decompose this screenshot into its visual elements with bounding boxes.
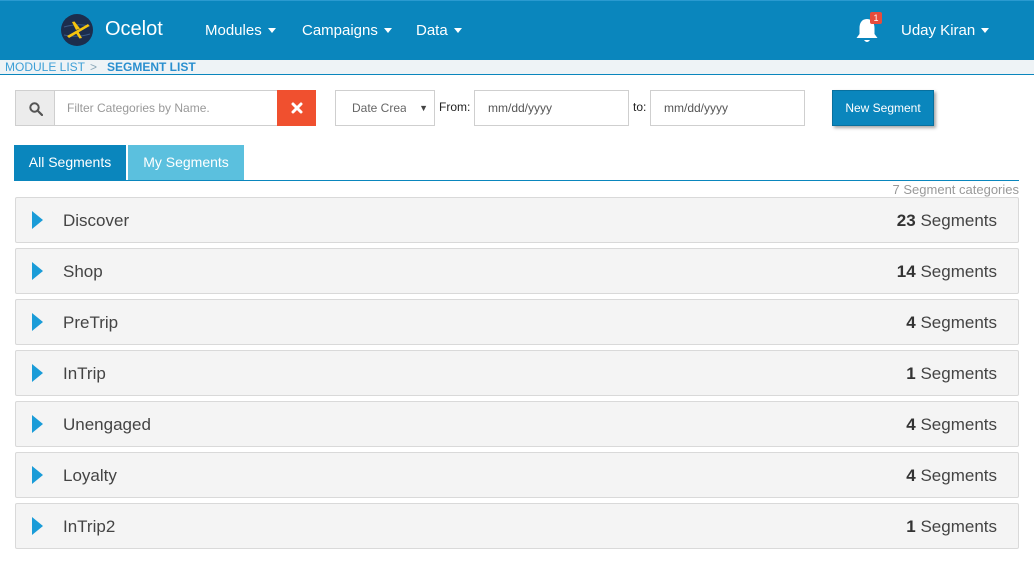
breadcrumb-separator: > bbox=[90, 60, 98, 74]
segment-count-number: 4 bbox=[906, 313, 916, 332]
clear-search-button[interactable] bbox=[277, 90, 316, 126]
caret-right-icon[interactable] bbox=[32, 466, 43, 484]
caret-right-icon[interactable] bbox=[32, 517, 43, 535]
tab-my-segments[interactable]: My Segments bbox=[128, 145, 244, 180]
segment-count-number: 14 bbox=[896, 262, 916, 281]
category-row[interactable]: PreTrip 4 Segments bbox=[15, 299, 1019, 345]
breadcrumb: MODULE LIST > SEGMENT LIST bbox=[0, 60, 1034, 75]
chevron-down-icon bbox=[981, 27, 990, 33]
caret-right-icon[interactable] bbox=[32, 262, 43, 280]
tab-all-segments[interactable]: All Segments bbox=[14, 145, 126, 180]
segment-count-unit: Segments bbox=[920, 364, 997, 383]
caret-right-icon[interactable] bbox=[32, 415, 43, 433]
segment-count-unit: Segments bbox=[920, 313, 997, 332]
ocelot-logo-icon[interactable] bbox=[60, 13, 94, 47]
segment-count-unit: Segments bbox=[920, 262, 997, 281]
search-icon bbox=[29, 102, 43, 116]
category-row[interactable]: Unengaged 4 Segments bbox=[15, 401, 1019, 447]
breadcrumb-segment-list: SEGMENT LIST bbox=[107, 60, 196, 74]
brand-name[interactable]: Ocelot bbox=[105, 18, 163, 41]
caret-right-icon[interactable] bbox=[32, 364, 43, 382]
sort-selected-value: Date Created bbox=[352, 101, 406, 115]
segment-count: 1 Segments bbox=[906, 517, 997, 537]
category-name: PreTrip bbox=[63, 313, 119, 332]
from-label: From: bbox=[439, 100, 471, 114]
chevron-down-icon bbox=[267, 27, 276, 33]
category-row[interactable]: Shop 14 Segments bbox=[15, 248, 1019, 294]
new-segment-button[interactable]: New Segment bbox=[832, 90, 934, 126]
select-arrow-icon: ▼ bbox=[419, 103, 428, 113]
breadcrumb-module-list[interactable]: MODULE LIST bbox=[5, 60, 85, 74]
segment-count-number: 23 bbox=[896, 211, 916, 230]
segment-count-unit: Segments bbox=[920, 517, 997, 536]
segment-count: 23 Segments bbox=[897, 211, 997, 231]
nav-modules-label: Modules bbox=[205, 22, 262, 39]
user-menu[interactable]: Uday Kiran bbox=[901, 22, 990, 39]
sort-select[interactable]: Date Created ▼ bbox=[335, 90, 435, 126]
search-addon bbox=[15, 90, 55, 126]
nav-campaigns-label: Campaigns bbox=[302, 22, 378, 39]
tab-divider bbox=[14, 180, 1019, 181]
category-row[interactable]: Discover 23 Segments bbox=[15, 197, 1019, 243]
category-name: InTrip2 bbox=[63, 517, 116, 536]
segment-count-number: 4 bbox=[906, 415, 916, 434]
category-name: Unengaged bbox=[63, 415, 151, 434]
from-date-input[interactable] bbox=[474, 90, 629, 126]
to-date-input[interactable] bbox=[650, 90, 805, 126]
category-name: InTrip bbox=[63, 364, 106, 383]
nav-data-label: Data bbox=[416, 22, 448, 39]
top-navbar: Ocelot Modules Campaigns Data 1 Uday Kir… bbox=[0, 0, 1034, 60]
search-input[interactable] bbox=[54, 90, 278, 126]
user-name: Uday Kiran bbox=[901, 22, 976, 39]
segment-count-unit: Segments bbox=[920, 211, 997, 230]
segment-count: 4 Segments bbox=[906, 313, 997, 333]
chevron-down-icon bbox=[453, 27, 462, 33]
category-count-label: 7 Segment categories bbox=[892, 182, 1019, 197]
category-name: Discover bbox=[63, 211, 130, 230]
category-row[interactable]: InTrip 1 Segments bbox=[15, 350, 1019, 396]
category-row[interactable]: InTrip2 1 Segments bbox=[15, 503, 1019, 549]
segment-count: 14 Segments bbox=[897, 262, 997, 282]
category-name: Loyalty bbox=[63, 466, 117, 485]
category-name: Shop bbox=[63, 262, 103, 281]
segment-count-unit: Segments bbox=[920, 415, 997, 434]
segment-count-number: 4 bbox=[906, 466, 916, 485]
close-icon bbox=[291, 102, 302, 114]
nav-campaigns-menu[interactable]: Campaigns bbox=[302, 22, 392, 39]
category-row[interactable]: Loyalty 4 Segments bbox=[15, 452, 1019, 498]
notification-badge: 1 bbox=[870, 12, 882, 24]
caret-right-icon[interactable] bbox=[32, 313, 43, 331]
segment-count: 4 Segments bbox=[906, 415, 997, 435]
chevron-down-icon bbox=[383, 27, 392, 33]
nav-data-menu[interactable]: Data bbox=[416, 22, 462, 39]
segment-count: 1 Segments bbox=[906, 364, 997, 384]
segment-count-number: 1 bbox=[906, 517, 916, 536]
caret-right-icon[interactable] bbox=[32, 211, 43, 229]
segment-count-unit: Segments bbox=[920, 466, 997, 485]
segment-count-number: 1 bbox=[906, 364, 916, 383]
nav-modules-menu[interactable]: Modules bbox=[205, 22, 276, 39]
to-label: to: bbox=[633, 100, 647, 114]
segment-count: 4 Segments bbox=[906, 466, 997, 486]
